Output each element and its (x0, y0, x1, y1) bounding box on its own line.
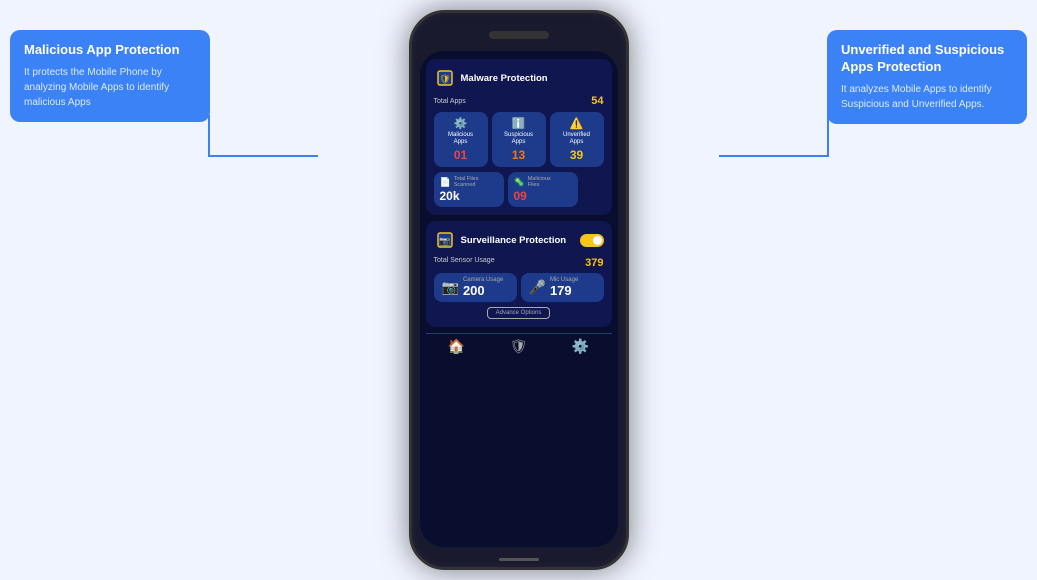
nav-home-icon[interactable]: 🏠 (448, 338, 465, 355)
surveillance-protection-card: 📷 Surveillance Protection Total Sensor U… (426, 221, 612, 327)
files-row: 📄 Total Files Scanned 20k 🦠 Malicious Fi… (434, 172, 604, 207)
files-scanned-value: 20k (440, 189, 498, 203)
svg-text:📷: 📷 (439, 236, 450, 246)
mic-info: Mic Usage 179 (550, 277, 578, 298)
total-apps-value: 54 (591, 95, 603, 107)
total-sensor-value: 379 (585, 257, 603, 269)
surveillance-card-header: 📷 Surveillance Protection (434, 229, 604, 251)
surveillance-header-left: 📷 Surveillance Protection (434, 229, 567, 251)
malware-card-title: Malware Protection (461, 73, 548, 84)
phone-notch (489, 31, 549, 39)
malware-card-icon: 🛡 (434, 67, 456, 89)
apps-pills-row: ⚙️ Malicious Apps 01 ℹ️ Suspicious Apps … (434, 112, 604, 167)
mic-usage-pill: 🎤 Mic Usage 179 (521, 273, 604, 302)
suspicious-apps-pill: ℹ️ Suspicious Apps 13 (492, 112, 546, 167)
phone-home-bar (499, 558, 539, 561)
files-scanned-icon: 📄 (440, 177, 451, 188)
suspicious-icon: ℹ️ (512, 117, 526, 130)
tooltip-left-title: Malicious App Protection (24, 42, 196, 59)
unverified-label: Unverified Apps (563, 132, 590, 146)
total-files-top: 📄 Total Files Scanned (440, 176, 498, 188)
surveillance-card-title: Surveillance Protection (461, 235, 567, 246)
surveillance-toggle[interactable] (580, 234, 604, 247)
camera-icon: 📷 (442, 279, 459, 296)
phone-outer-shell: 🛡 Malware Protection Total Apps 54 ⚙️ Ma… (409, 10, 629, 570)
surveillance-card-icon: 📷 (434, 229, 456, 251)
mic-icon: 🎤 (529, 279, 546, 296)
sensor-pills-row: 📷 Camera Usage 200 🎤 Mic Usage 179 (434, 273, 604, 302)
camera-info: Camera Usage 200 (463, 277, 503, 298)
tooltip-right-title: Unverified and Suspicious Apps Protectio… (841, 42, 1013, 76)
unverified-icon: ⚠️ (570, 117, 584, 130)
phone-device: 🛡 Malware Protection Total Apps 54 ⚙️ Ma… (409, 0, 629, 580)
unverified-apps-pill: ⚠️ Unverified Apps 39 (550, 112, 604, 167)
suspicious-value: 13 (512, 148, 525, 162)
mic-value: 179 (550, 283, 578, 298)
nav-shield-icon[interactable]: 🛡 (510, 338, 528, 355)
total-apps-label: Total Apps (434, 98, 466, 105)
bottom-nav: 🏠 🛡 ⚙️ (426, 333, 612, 357)
malware-card-header: 🛡 Malware Protection (434, 67, 604, 89)
nav-settings-icon[interactable]: ⚙️ (572, 338, 589, 355)
connector-left-line (208, 155, 318, 157)
malicious-files-icon: 🦠 (514, 177, 525, 188)
toggle-knob (593, 236, 602, 245)
malicious-files-label: Malicious Files (528, 176, 551, 188)
camera-usage-pill: 📷 Camera Usage 200 (434, 273, 517, 302)
malicious-files-pill: 🦠 Malicious Files 09 (508, 172, 578, 207)
connector-right-line (719, 155, 829, 157)
unverified-value: 39 (570, 148, 583, 162)
camera-value: 200 (463, 283, 503, 298)
tooltip-right-text: It analyzes Mobile Apps to identify Susp… (841, 82, 1013, 112)
malicious-files-top: 🦠 Malicious Files (514, 176, 572, 188)
malicious-value: 01 (454, 148, 467, 162)
tooltip-left-text: It protects the Mobile Phone by analyzin… (24, 65, 196, 110)
files-scanned-label: Total Files Scanned (454, 176, 479, 188)
svg-text:🛡: 🛡 (439, 74, 450, 84)
malicious-files-value: 09 (514, 189, 572, 203)
tooltip-left: Malicious App Protection It protects the… (10, 30, 210, 122)
malicious-label: Malicious Apps (448, 132, 473, 146)
screen-content: 🛡 Malware Protection Total Apps 54 ⚙️ Ma… (420, 51, 618, 547)
total-sensor-row: Total Sensor Usage 379 (434, 257, 604, 269)
total-apps-row: Total Apps 54 (434, 95, 604, 107)
malicious-apps-pill: ⚙️ Malicious Apps 01 (434, 112, 488, 167)
total-sensor-label: Total Sensor Usage (434, 257, 495, 269)
malware-protection-card: 🛡 Malware Protection Total Apps 54 ⚙️ Ma… (426, 59, 612, 215)
suspicious-label: Suspicious Apps (504, 132, 533, 146)
malicious-icon: ⚙️ (454, 117, 468, 130)
advance-options-button[interactable]: Advance Options (487, 307, 551, 319)
total-files-pill: 📄 Total Files Scanned 20k (434, 172, 504, 207)
tooltip-right: Unverified and Suspicious Apps Protectio… (827, 30, 1027, 124)
phone-screen: 🛡 Malware Protection Total Apps 54 ⚙️ Ma… (420, 51, 618, 547)
